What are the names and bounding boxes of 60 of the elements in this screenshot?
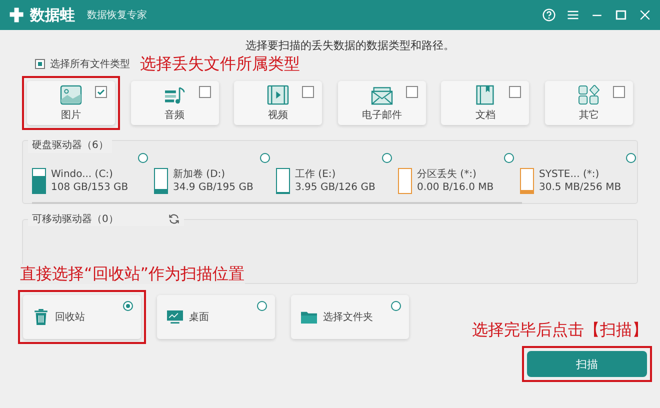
hard-drive-title: 硬盘驱动器（6） [28,139,112,153]
trash-icon [33,309,49,325]
drive-usage: 34.9 GB/195 GB [173,181,254,194]
drive-item[interactable]: SYSTE... (*:) 30.5 MB/256 MB [520,153,638,197]
drive-usage: 3.95 GB/126 GB [295,181,376,194]
logo-icon [8,6,26,24]
folder-icon [301,309,317,325]
close-icon[interactable] [638,8,652,22]
scan-button[interactable]: 扫描 [527,351,647,377]
check-icon [96,87,106,97]
file-type-card[interactable]: 其它 [544,81,633,125]
drive-name: 工作 (E:) [295,168,337,181]
select-all-label: 选择所有文件类型 [50,58,130,71]
drive-item[interactable]: Windo... (C:) 108 GB/153 GB [32,153,154,197]
annotation-text: 选择丢失文件所属类型 [140,54,300,74]
drive-name: SYSTE... (*:) [539,168,600,181]
grid-icon [578,84,600,104]
drive-item[interactable]: 工作 (E:) 3.95 GB/126 GB [276,153,398,197]
envelope-icon [370,84,393,104]
music-note-icon [164,84,186,104]
drive-usage: 108 GB/153 GB [51,181,128,194]
film-icon [267,84,290,104]
select-all-checkbox[interactable] [36,60,44,68]
drive-name: 新加卷 (D:) [173,168,226,181]
annotation-text: 直接选择“回收站”作为扫描位置 [20,264,245,284]
drive-usage: 0.00 B/16.0 MB [417,181,494,194]
app-name: 数据蛙 [30,6,75,24]
file-type-checkbox[interactable] [198,86,211,98]
location-radio[interactable] [257,301,267,311]
file-type-card[interactable]: 电子邮件 [338,81,426,125]
removable-drive-title: 可移动驱动器（0） [32,213,118,226]
location-card[interactable]: 选择文件夹 [291,295,409,339]
annotation-text: 选择完毕后点击【扫描】 [472,320,648,340]
document-icon [474,84,496,104]
file-type-checkbox[interactable] [509,86,522,98]
maximize-icon[interactable] [614,8,628,22]
monitor-icon [167,309,183,325]
location-radio[interactable] [391,301,401,311]
drive-name: Windo... (C:) [51,168,114,181]
menu-icon[interactable] [566,8,580,22]
file-type-card[interactable]: 图片 [27,81,115,125]
drive-usage: 30.5 MB/256 MB [539,181,622,194]
app-subtitle: 数据恢复专家 [87,8,147,22]
help-icon[interactable] [542,8,556,22]
image-icon [60,84,82,104]
drive-item[interactable]: 分区丢失 (*:) 0.00 B/16.0 MB [398,153,520,197]
file-type-card[interactable]: 音频 [130,81,219,125]
location-card[interactable]: 桌面 [157,295,275,339]
location-radio[interactable] [123,301,133,311]
file-type-checkbox[interactable] [612,86,625,98]
instruction-text: 选择要扫描的丢失数据的数据类型和路径。 [244,38,456,52]
file-type-card[interactable]: 文档 [441,81,530,125]
drive-item[interactable]: 新加卷 (D:) 34.9 GB/195 GB [154,153,276,197]
file-type-card[interactable]: 视频 [234,81,322,125]
drive-name: 分区丢失 (*:) [417,168,478,181]
file-type-checkbox[interactable] [95,86,107,98]
refresh-icon[interactable] [168,213,180,225]
location-card[interactable]: 回收站 [23,295,141,339]
file-type-checkbox[interactable] [302,86,314,98]
file-type-checkbox[interactable] [406,86,418,98]
